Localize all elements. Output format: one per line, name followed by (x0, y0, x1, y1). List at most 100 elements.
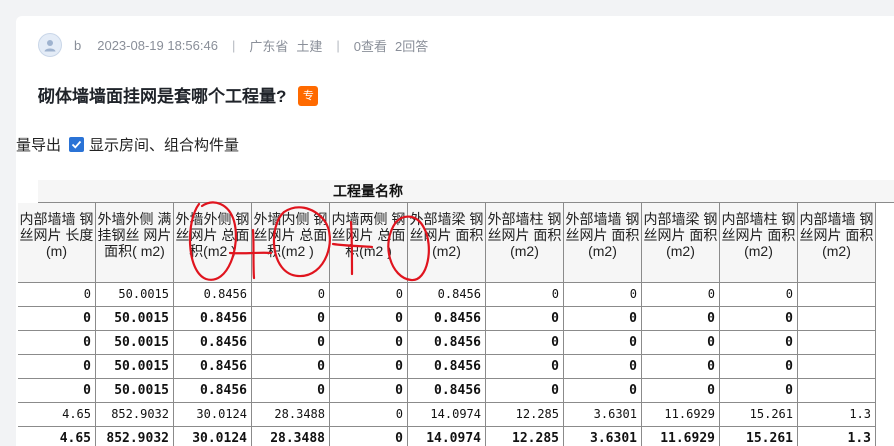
table-cell[interactable]: 0 (642, 379, 720, 403)
question-meta: b 2023-08-19 18:56:46 | 广东省 土建 | 0查看 2回答 (38, 33, 428, 57)
table-cell[interactable]: 0 (18, 283, 96, 307)
column-header[interactable]: 内部墙柱 钢丝网片 面积(m2) (720, 203, 798, 283)
table-cell[interactable]: 0 (564, 355, 642, 379)
table-cell[interactable]: 4.65 (18, 427, 96, 446)
table-cell[interactable]: 0.8456 (174, 307, 252, 331)
table-cell[interactable]: 50.0015 (96, 307, 174, 331)
table-cell[interactable]: 852.9032 (96, 427, 174, 446)
avatar[interactable] (38, 33, 62, 57)
table-cell[interactable]: 0 (330, 403, 408, 427)
table-cell[interactable]: 0 (642, 331, 720, 355)
table-cell[interactable]: 0.8456 (408, 355, 486, 379)
table-cell[interactable]: 0 (564, 307, 642, 331)
table-cell[interactable]: 0.8456 (408, 379, 486, 403)
table-cell[interactable]: 0 (720, 379, 798, 403)
table-cell[interactable]: 0.8456 (408, 307, 486, 331)
table-cell[interactable]: 0 (252, 307, 330, 331)
table-cell[interactable]: 0 (720, 283, 798, 307)
table-cell[interactable]: 0.8456 (174, 283, 252, 307)
table-cell[interactable]: 0 (18, 331, 96, 355)
table-cell[interactable]: 50.0015 (96, 355, 174, 379)
table-cell[interactable]: 0 (486, 379, 564, 403)
table-cell[interactable]: 0 (486, 331, 564, 355)
table-cell[interactable]: 28.3488 (252, 427, 330, 446)
table-cell[interactable]: 0 (720, 307, 798, 331)
table-cell[interactable] (798, 307, 876, 331)
table-cell[interactable]: 50.0015 (96, 283, 174, 307)
table-cell[interactable]: 4.65 (18, 403, 96, 427)
table-cell[interactable] (798, 355, 876, 379)
table-cell[interactable]: 1.3 (798, 427, 876, 446)
table-cell[interactable]: 14.0974 (408, 403, 486, 427)
table-cell[interactable]: 0.8456 (408, 283, 486, 307)
table-cell[interactable]: 0 (18, 379, 96, 403)
table-cell[interactable]: 0.8456 (174, 379, 252, 403)
region: 广东省 (249, 38, 289, 54)
table-cell[interactable]: 0 (252, 331, 330, 355)
column-header[interactable]: 外部墙梁 钢丝网片 面积(m2) (408, 203, 486, 283)
column-header[interactable]: 外墙外侧 满挂钢丝 网片面积( m2) (96, 203, 174, 283)
column-header[interactable]: 外部墙柱 钢丝网片 面积(m2) (486, 203, 564, 283)
table-cell[interactable]: 0 (252, 355, 330, 379)
table-cell[interactable]: 0 (252, 379, 330, 403)
table-cell[interactable]: 15.261 (720, 403, 798, 427)
table-cell[interactable]: 0 (564, 379, 642, 403)
column-header[interactable]: 内墙两侧 钢丝网片 总面积(m2 ) (330, 203, 408, 283)
table-cell[interactable]: 0 (330, 379, 408, 403)
table-cell[interactable]: 50.0015 (96, 379, 174, 403)
table-cell[interactable]: 0 (642, 355, 720, 379)
table-cell[interactable]: 0 (642, 307, 720, 331)
table-cell[interactable]: 0 (330, 331, 408, 355)
table-cell[interactable]: 0 (330, 355, 408, 379)
attached-screenshot[interactable]: 量导出 显示房间、组合构件量 工程量名称 内部墙墙 钢丝网片 长度(m) 外墙外侧… (16, 126, 894, 446)
column-header[interactable]: 内部墙墙 钢丝网片 面积(m2) (798, 203, 876, 283)
table-cell[interactable] (798, 379, 876, 403)
table-cell[interactable]: 3.6301 (564, 403, 642, 427)
check-icon (71, 140, 82, 149)
table-cell[interactable]: 50.0015 (96, 331, 174, 355)
quantity-table: 工程量名称 内部墙墙 钢丝网片 长度(m) 外墙外侧 满挂钢丝 网片面积( m2)… (18, 180, 894, 446)
view-count: 0查看 (353, 38, 387, 54)
table-cell[interactable]: 1.3 (798, 403, 876, 427)
table-cell[interactable]: 12.285 (486, 427, 564, 446)
table-cell[interactable]: 11.6929 (642, 403, 720, 427)
table-cell[interactable]: 0 (720, 331, 798, 355)
table-cell[interactable]: 0 (642, 283, 720, 307)
question-title-text[interactable]: 砌体墙墙面挂网是套哪个工程量? (38, 82, 286, 107)
table-cell[interactable]: 0 (330, 427, 408, 446)
show-rooms-checkbox[interactable] (69, 136, 85, 152)
table-cell[interactable]: 0 (18, 355, 96, 379)
table-cell[interactable]: 0.8456 (174, 331, 252, 355)
column-header[interactable]: 外墙内侧 钢丝网片 总面积(m2 ) (252, 203, 330, 283)
table-cell[interactable]: 0 (486, 307, 564, 331)
table-cell[interactable]: 0 (330, 307, 408, 331)
table-cell[interactable]: 3.6301 (564, 427, 642, 446)
divider: | (231, 37, 236, 53)
table-cell[interactable]: 0 (330, 283, 408, 307)
table-cell[interactable]: 0 (18, 307, 96, 331)
column-header[interactable]: 内部墙墙 钢丝网片 长度(m) (18, 203, 96, 283)
export-button[interactable]: 量导出 (16, 134, 61, 155)
table-cell[interactable] (798, 331, 876, 355)
column-header[interactable]: 外墙外侧 钢丝网片 总面积(m2 ) (174, 203, 252, 283)
table-cell[interactable]: 28.3488 (252, 403, 330, 427)
table-cell[interactable]: 0.8456 (408, 331, 486, 355)
table-cell[interactable]: 0 (564, 331, 642, 355)
table-cell[interactable]: 852.9032 (96, 403, 174, 427)
author-name[interactable]: b (74, 38, 81, 53)
table-cell[interactable]: 15.261 (720, 427, 798, 446)
table-cell[interactable]: 0 (486, 283, 564, 307)
table-cell[interactable]: 0 (720, 355, 798, 379)
table-cell[interactable]: 12.285 (486, 403, 564, 427)
table-cell[interactable]: 14.0974 (408, 427, 486, 446)
table-cell[interactable]: 0 (252, 283, 330, 307)
table-cell[interactable]: 0 (564, 283, 642, 307)
table-cell[interactable]: 30.0124 (174, 403, 252, 427)
table-cell[interactable]: 30.0124 (174, 427, 252, 446)
table-cell[interactable]: 11.6929 (642, 427, 720, 446)
table-cell[interactable]: 0 (486, 355, 564, 379)
column-header[interactable]: 内部墙梁 钢丝网片 面积(m2) (642, 203, 720, 283)
column-header[interactable]: 外部墙墙 钢丝网片 面积(m2) (564, 203, 642, 283)
table-cell[interactable] (798, 283, 876, 307)
table-cell[interactable]: 0.8456 (174, 355, 252, 379)
